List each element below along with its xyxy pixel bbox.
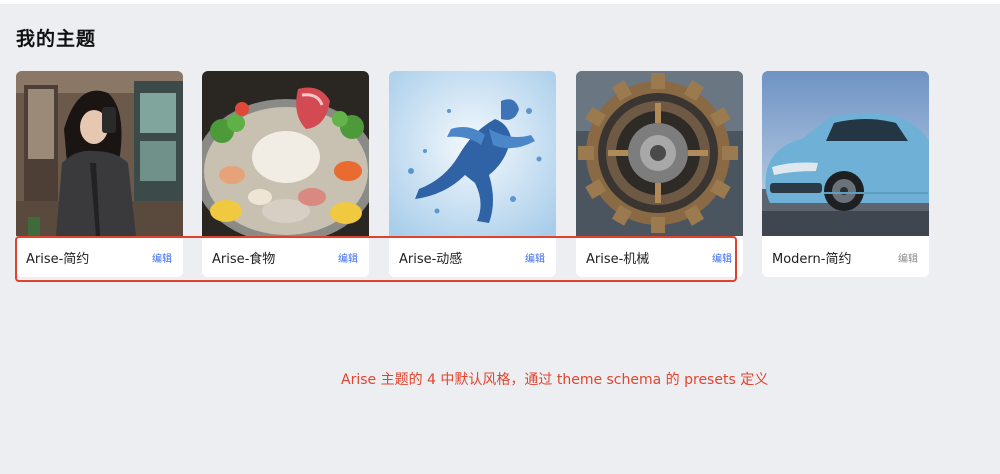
theme-card-footer: Modern-简约 编辑 xyxy=(762,236,929,277)
edit-link[interactable]: 编辑 xyxy=(152,250,172,265)
theme-card-modern-simple[interactable]: Modern-简约 编辑 xyxy=(762,71,929,277)
theme-thumbnail-hotpot xyxy=(202,71,369,236)
theme-thumbnail-woman-selfie xyxy=(16,71,183,236)
annotation-text: Arise 主题的 4 中默认风格，通过 theme schema 的 pres… xyxy=(341,372,769,388)
theme-card-arise-simple[interactable]: Arise-简约 编辑 xyxy=(16,71,183,277)
theme-card-arise-mechanical[interactable]: Arise-机械 编辑 xyxy=(576,71,743,277)
theme-name: Arise-简约 xyxy=(26,252,90,267)
top-band xyxy=(0,0,1000,4)
theme-thumbnail-water-runner xyxy=(389,71,556,236)
theme-card-footer: Arise-机械 编辑 xyxy=(576,236,743,277)
theme-thumbnail-car xyxy=(762,71,929,236)
theme-name: Arise-动感 xyxy=(399,252,463,267)
theme-card-footer: Arise-动感 编辑 xyxy=(389,236,556,277)
edit-link[interactable]: 编辑 xyxy=(898,250,918,265)
theme-name: Arise-食物 xyxy=(212,252,276,267)
theme-card-arise-dynamic[interactable]: Arise-动感 编辑 xyxy=(389,71,556,277)
edit-link[interactable]: 编辑 xyxy=(712,250,732,265)
theme-card-footer: Arise-食物 编辑 xyxy=(202,236,369,277)
edit-link[interactable]: 编辑 xyxy=(338,250,358,265)
theme-name: Modern-简约 xyxy=(772,252,852,267)
theme-name: Arise-机械 xyxy=(586,252,650,267)
page-title: 我的主题 xyxy=(16,28,97,50)
theme-card-footer: Arise-简约 编辑 xyxy=(16,236,183,277)
theme-thumbnail-gear xyxy=(576,71,743,236)
theme-card-arise-food[interactable]: Arise-食物 编辑 xyxy=(202,71,369,277)
edit-link[interactable]: 编辑 xyxy=(525,250,545,265)
